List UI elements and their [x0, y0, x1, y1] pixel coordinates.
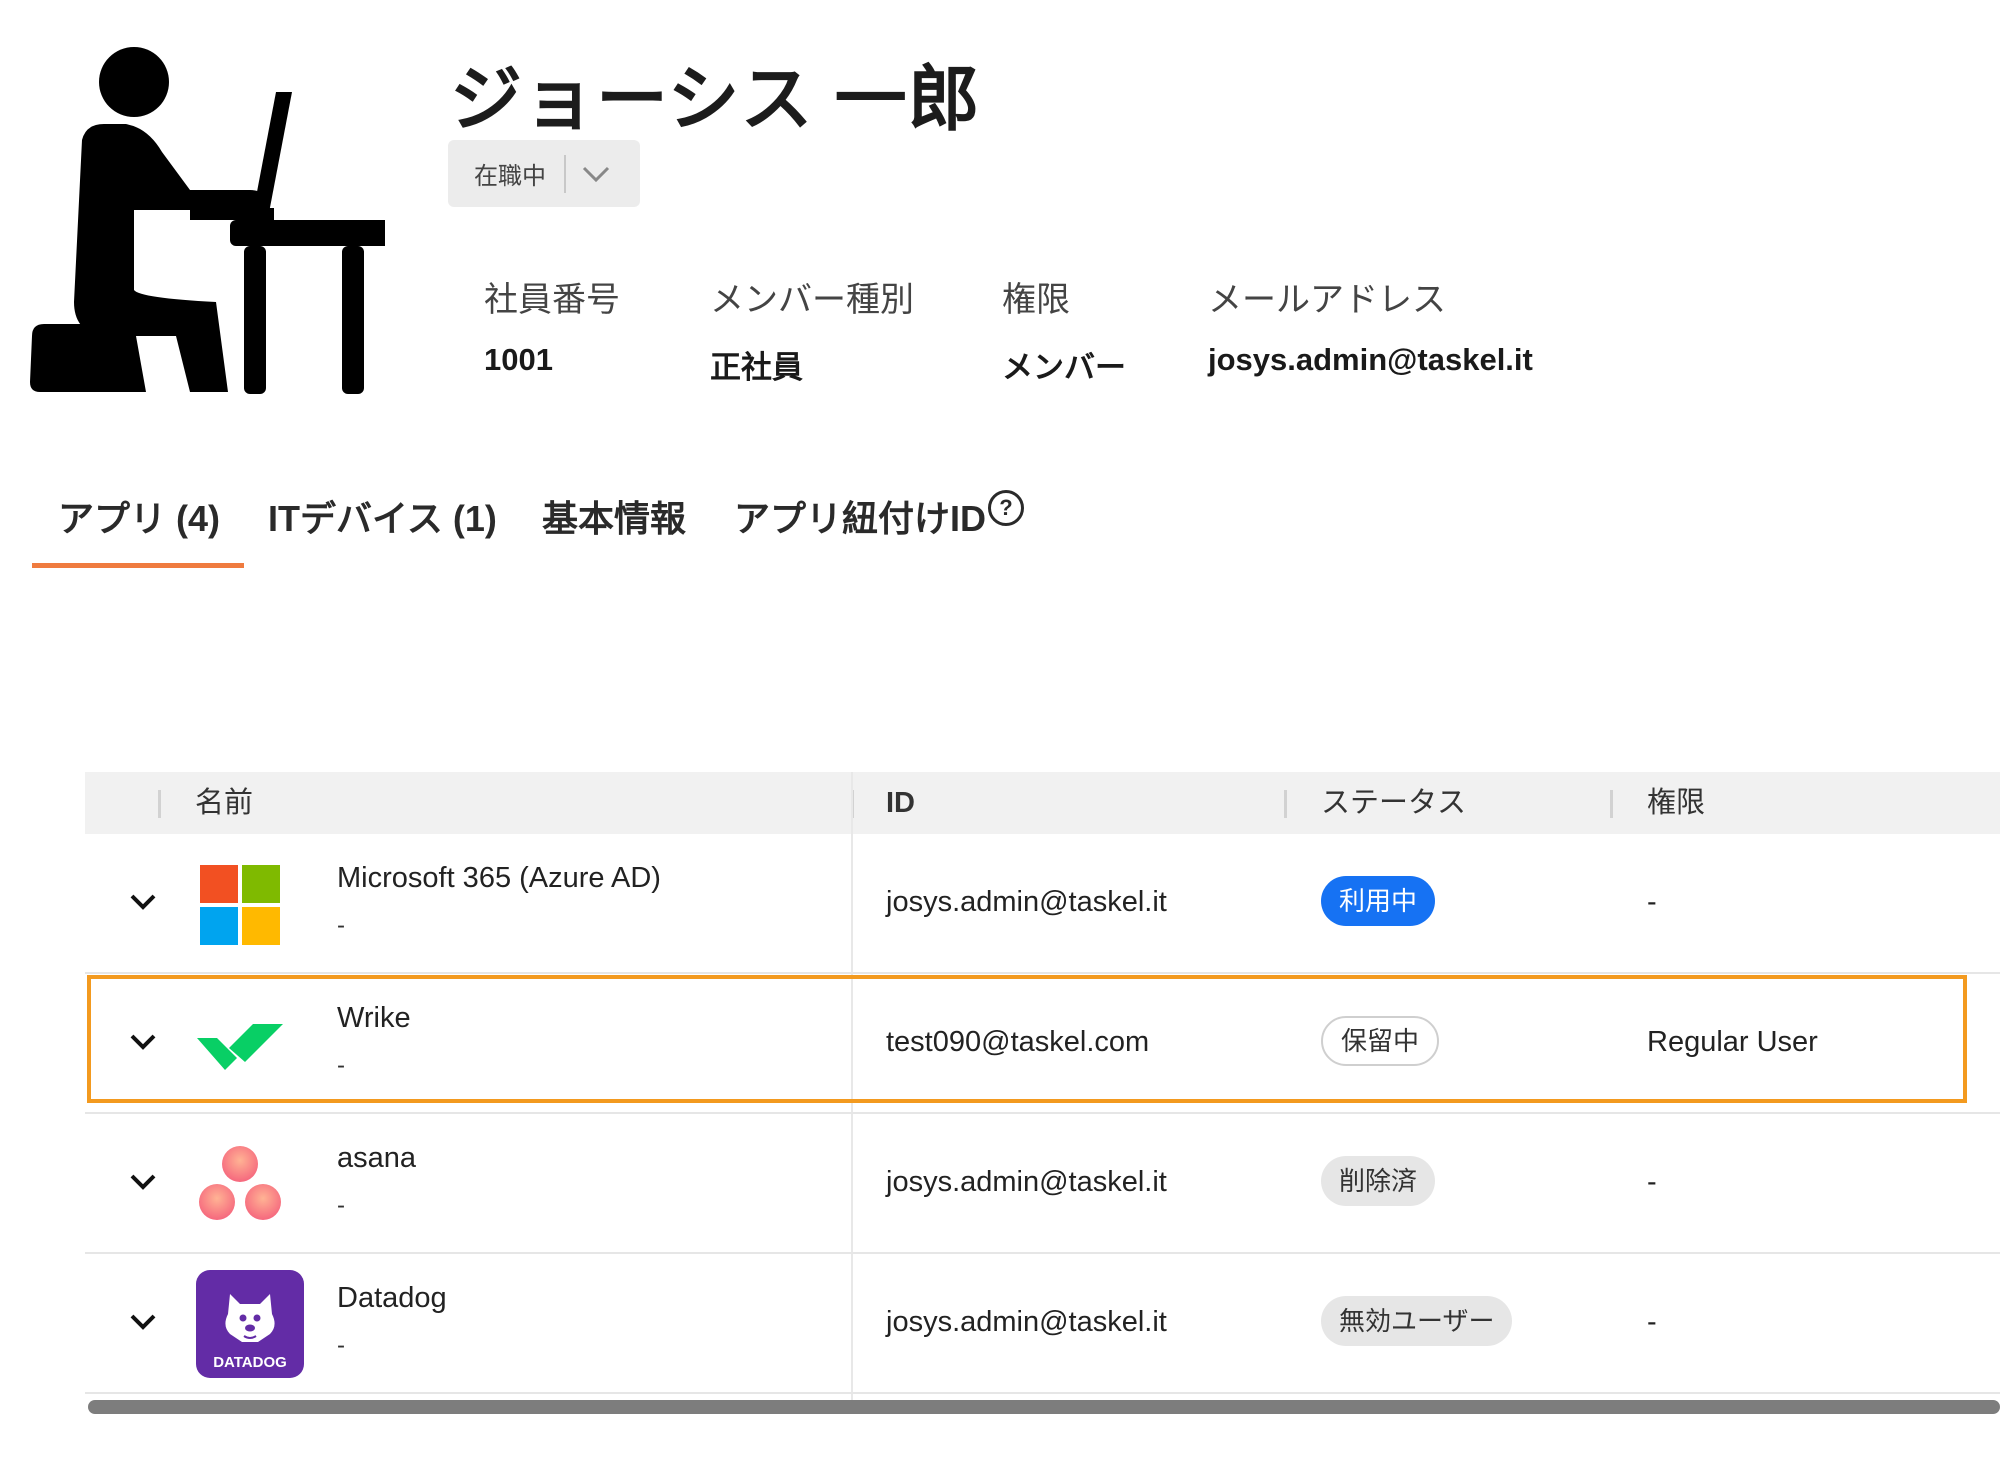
- app-account-id: josys.admin@taskel.it: [886, 1166, 1167, 1198]
- member-type-label: メンバー種別: [710, 281, 914, 319]
- column-header-name[interactable]: 名前: [195, 772, 253, 834]
- column-separator: [1284, 790, 1287, 818]
- select-divider: [564, 154, 566, 193]
- highlighted-row-outline: [87, 975, 1967, 1103]
- column-header-permission[interactable]: 権限: [1647, 772, 1705, 834]
- app-role: -: [1647, 1166, 1657, 1198]
- tab-it-devices[interactable]: ITデバイス (1): [268, 490, 497, 542]
- horizontal-scrollbar[interactable]: [88, 1400, 2000, 1414]
- tab-apps[interactable]: アプリ (4): [58, 490, 220, 542]
- table-row[interactable]: asana - josys.admin@taskel.it 削除済 -: [85, 1114, 2000, 1254]
- chevron-down-icon[interactable]: [578, 156, 614, 192]
- tab-basic-info[interactable]: 基本情報: [542, 490, 686, 542]
- app-subtext: -: [337, 1332, 345, 1359]
- app-account-id: josys.admin@taskel.it: [886, 1306, 1167, 1338]
- microsoft-logo-icon: [200, 865, 280, 945]
- status-badge: 利用中: [1321, 876, 1436, 926]
- expand-chevron-icon[interactable]: [125, 1164, 161, 1200]
- column-separator: [158, 790, 161, 818]
- datadog-logo-text: DATADOG: [213, 1354, 287, 1371]
- employment-status-select[interactable]: 在職中: [448, 140, 640, 207]
- app-subtext: -: [337, 1192, 345, 1219]
- expand-chevron-icon[interactable]: [125, 1304, 161, 1340]
- column-separator: [1610, 790, 1613, 818]
- employment-status-label: 在職中: [474, 163, 546, 190]
- employee-number-value: 1001: [484, 342, 553, 377]
- tab-app-link-id[interactable]: アプリ紐付けID?: [734, 490, 1025, 542]
- app-role: -: [1647, 886, 1657, 918]
- app-subtext: -: [337, 912, 345, 939]
- permission-label: 権限: [1002, 281, 1070, 319]
- user-name-heading: ジョーシス 一郎: [450, 60, 981, 140]
- datadog-logo-icon: DATADOG: [196, 1270, 304, 1378]
- active-tab-indicator: [32, 563, 244, 568]
- asana-logo-icon: [199, 1146, 281, 1220]
- permission-value: メンバー: [1002, 350, 1126, 385]
- table-row[interactable]: Microsoft 365 (Azure AD) - josys.admin@t…: [85, 834, 2000, 974]
- app-role: -: [1647, 1306, 1657, 1338]
- status-badge: 削除済: [1321, 1156, 1436, 1206]
- app-name[interactable]: Datadog: [337, 1282, 447, 1315]
- app-account-id: josys.admin@taskel.it: [886, 886, 1167, 918]
- user-avatar-icon: [30, 47, 385, 394]
- member-type-value: 正社員: [710, 350, 803, 385]
- column-header-id[interactable]: ID: [886, 772, 915, 834]
- email-label: メールアドレス: [1208, 281, 1446, 319]
- employee-number-label: 社員番号: [484, 281, 620, 319]
- column-header-status[interactable]: ステータス: [1321, 772, 1466, 834]
- row-divider: [85, 1392, 2000, 1394]
- expand-chevron-icon[interactable]: [125, 884, 161, 920]
- table-row[interactable]: DATADOG Datadog - josys.admin@taskel.it …: [85, 1254, 2000, 1394]
- table-header: 名前 ID ステータス 権限: [85, 772, 2000, 834]
- tab-app-link-id-label: アプリ紐付けID: [734, 498, 987, 539]
- email-value: josys.admin@taskel.it: [1208, 342, 1533, 377]
- help-icon[interactable]: ?: [988, 490, 1025, 526]
- app-name[interactable]: Microsoft 365 (Azure AD): [337, 862, 661, 895]
- status-badge: 無効ユーザー: [1321, 1296, 1513, 1346]
- app-name[interactable]: asana: [337, 1142, 416, 1175]
